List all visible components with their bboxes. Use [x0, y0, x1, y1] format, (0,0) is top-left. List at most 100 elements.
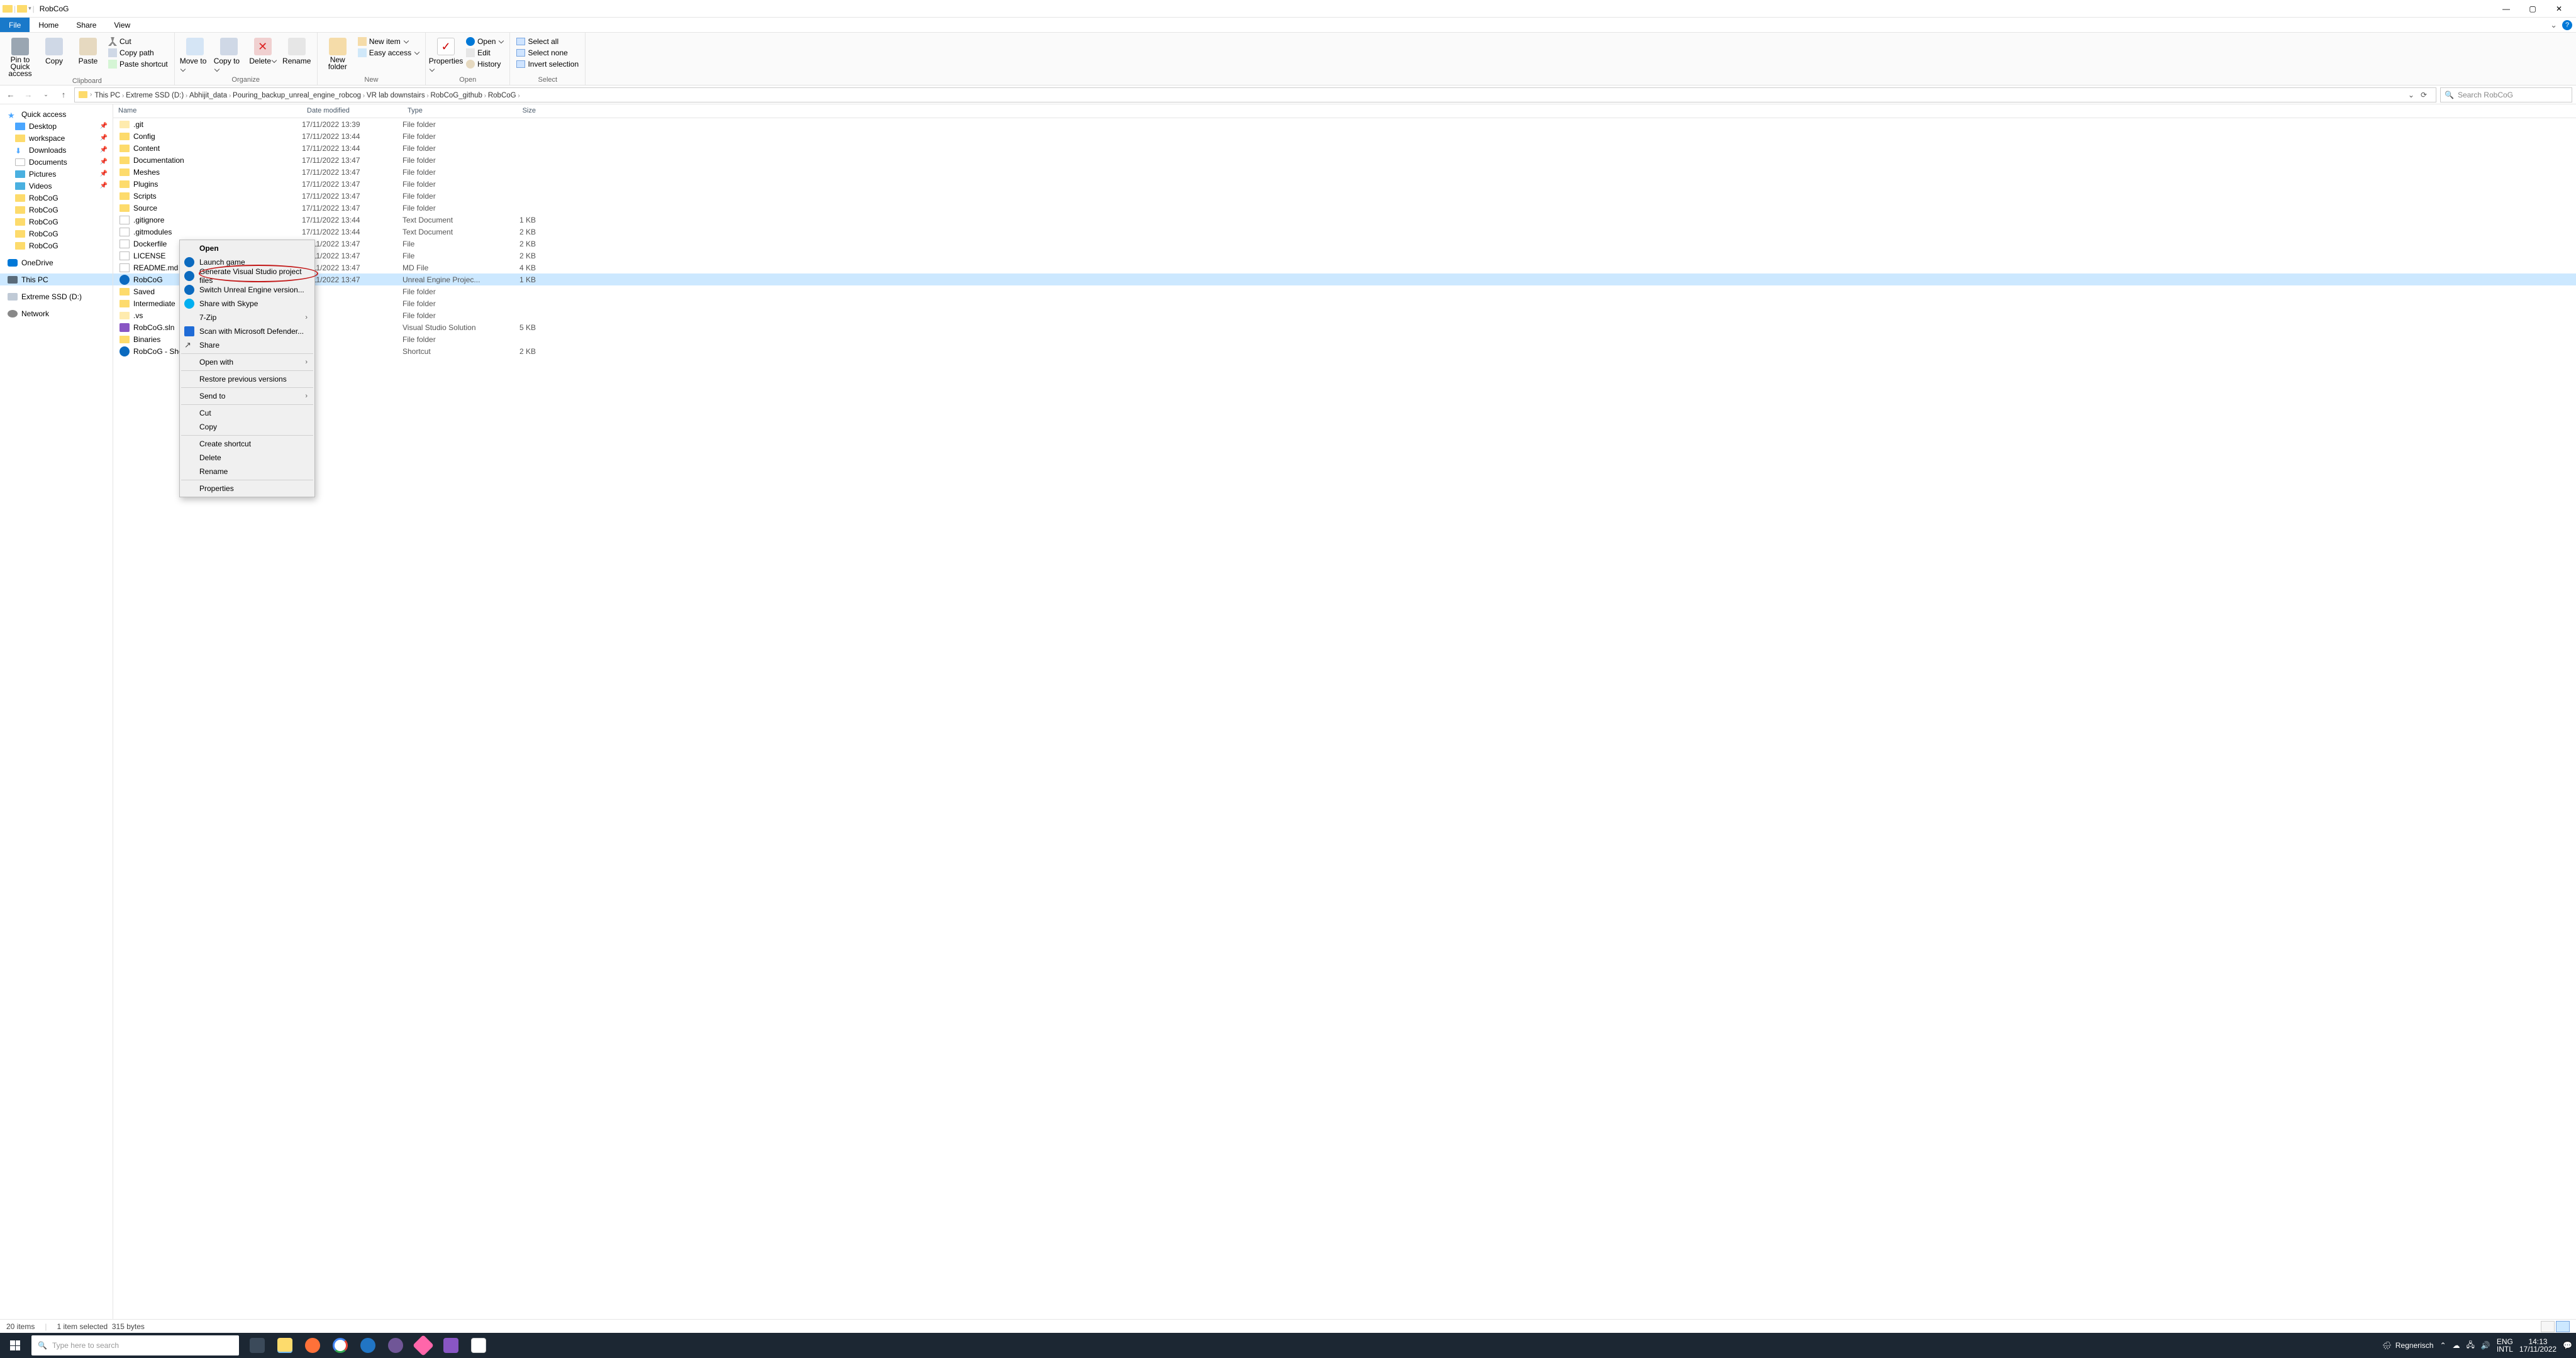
chrome-taskbar[interactable] [327, 1333, 353, 1358]
back-button[interactable]: ← [4, 88, 18, 102]
view-details-button[interactable] [2541, 1321, 2555, 1332]
nav-item[interactable]: Desktop📌 [0, 120, 113, 132]
cut-button[interactable]: Cut [107, 36, 169, 47]
up-button[interactable]: ↑ [57, 88, 70, 102]
tab-file[interactable]: File [0, 18, 30, 32]
app-taskbar[interactable] [355, 1333, 381, 1358]
ctx-open[interactable]: Open [180, 241, 314, 255]
file-row[interactable]: SavedFile folder [113, 285, 2576, 297]
ctx-switch-version[interactable]: Switch Unreal Engine version... [180, 283, 314, 297]
file-explorer-taskbar[interactable] [272, 1333, 298, 1358]
nav-item[interactable]: RobCoG [0, 228, 113, 240]
breadcrumb-item[interactable]: VR lab downstairs [367, 92, 425, 99]
qat-dropdown-icon[interactable]: ▾ [28, 5, 31, 12]
chevron-right-icon[interactable]: › [227, 92, 233, 99]
invert-selection-button[interactable]: Invert selection [515, 59, 580, 69]
app-taskbar-2[interactable] [382, 1333, 409, 1358]
this-pc-item[interactable]: This PC [0, 273, 113, 285]
ctx-delete[interactable]: Delete [180, 451, 314, 465]
firefox-taskbar[interactable] [299, 1333, 326, 1358]
forward-button[interactable]: → [21, 88, 35, 102]
file-row[interactable]: LICENSE17/11/2022 13:47File2 KB [113, 250, 2576, 262]
ctx-generate-vs-files[interactable]: Generate Visual Studio project files [180, 269, 314, 283]
easy-access-button[interactable]: Easy access [357, 48, 420, 58]
nav-item[interactable]: RobCoG [0, 240, 113, 251]
move-to-button[interactable]: Move to [180, 36, 210, 74]
copy-path-button[interactable]: Copy path [107, 48, 169, 58]
nav-item[interactable]: Documents📌 [0, 156, 113, 168]
quick-access-header[interactable]: Quick access [0, 108, 113, 120]
ctx-rename[interactable]: Rename [180, 465, 314, 478]
cloud-icon[interactable]: ☁ [2453, 1341, 2460, 1350]
nav-item[interactable]: RobCoG [0, 192, 113, 204]
navigation-pane[interactable]: Quick access Desktop📌workspace📌Downloads… [0, 104, 113, 1319]
close-button[interactable]: ✕ [2550, 4, 2568, 13]
language-indicator[interactable]: ENGINTL [2497, 1338, 2513, 1353]
breadcrumb-bar[interactable]: › This PC › Extreme SSD (D:) › Abhijit_d… [74, 87, 2436, 102]
col-name[interactable]: Name [113, 104, 302, 118]
visual-studio-taskbar[interactable] [438, 1333, 464, 1358]
drive-item[interactable]: Extreme SSD (D:) [0, 290, 113, 302]
file-row[interactable]: Source17/11/2022 13:47File folder [113, 202, 2576, 214]
tray-chevron-up-icon[interactable]: ⌃ [2440, 1341, 2446, 1350]
properties-button[interactable]: Properties [431, 36, 461, 74]
ctx-send-to[interactable]: Send to› [180, 389, 314, 403]
maximize-button[interactable]: ▢ [2523, 4, 2542, 13]
file-row[interactable]: Plugins17/11/2022 13:47File folder [113, 178, 2576, 190]
network-icon[interactable]: 🖧 [2467, 1339, 2475, 1352]
ctx-copy[interactable]: Copy [180, 420, 314, 434]
task-view-button[interactable] [244, 1333, 270, 1358]
ctx-share[interactable]: Share [180, 338, 314, 352]
history-button[interactable]: History [465, 59, 504, 69]
copy-button[interactable]: Copy [39, 36, 69, 65]
nav-item[interactable]: RobCoG [0, 216, 113, 228]
ctx-restore[interactable]: Restore previous versions [180, 372, 314, 386]
app-taskbar-3[interactable] [410, 1333, 436, 1358]
file-row[interactable]: Scripts17/11/2022 13:47File folder [113, 190, 2576, 202]
file-row[interactable]: BinariesFile folder [113, 333, 2576, 345]
onedrive-item[interactable]: OneDrive [0, 257, 113, 268]
search-box[interactable]: 🔍 Search RobCoG [2440, 87, 2572, 102]
col-size[interactable]: Size [491, 104, 541, 118]
open-button[interactable]: Open [465, 36, 504, 47]
volume-icon[interactable]: 🔊 [2481, 1341, 2490, 1350]
breadcrumb-item[interactable]: RobCoG_github [430, 92, 482, 99]
file-row[interactable]: .git17/11/2022 13:39File folder [113, 118, 2576, 130]
new-folder-button[interactable]: New folder [323, 36, 353, 70]
start-button[interactable] [0, 1333, 30, 1358]
chevron-right-icon[interactable]: › [90, 91, 92, 98]
col-type[interactable]: Type [402, 104, 491, 118]
copy-to-button[interactable]: Copy to [214, 36, 244, 74]
breadcrumb-item[interactable]: RobCoG [488, 92, 516, 99]
new-item-button[interactable]: New item [357, 36, 420, 47]
file-row[interactable]: RobCoG - ShortcutShortcut2 KB [113, 345, 2576, 357]
network-item[interactable]: Network [0, 307, 113, 319]
file-row[interactable]: Documentation17/11/2022 13:47File folder [113, 154, 2576, 166]
chevron-right-icon[interactable]: › [120, 92, 126, 99]
weather-widget[interactable]: 🌧Regnerisch [2382, 1341, 2434, 1350]
ctx-cut[interactable]: Cut [180, 406, 314, 420]
select-all-button[interactable]: Select all [515, 36, 580, 47]
nav-item[interactable]: Downloads📌 [0, 144, 113, 156]
clock[interactable]: 14:1317/11/2022 [2519, 1338, 2557, 1353]
paste-shortcut-button[interactable]: Paste shortcut [107, 59, 169, 69]
pin-quick-access-button[interactable]: Pin to Quick access [5, 36, 35, 77]
ctx-properties[interactable]: Properties [180, 482, 314, 495]
file-row[interactable]: RobCoG17/11/2022 13:47Unreal Engine Proj… [113, 273, 2576, 285]
taskbar-search[interactable]: 🔍Type here to search [31, 1335, 239, 1355]
tab-view[interactable]: View [105, 18, 139, 32]
breadcrumb-item[interactable]: Pouring_backup_unreal_engine_robcog [233, 92, 361, 99]
file-row[interactable]: Dockerfile17/11/2022 13:47File2 KB [113, 238, 2576, 250]
chevron-right-icon[interactable]: › [482, 92, 488, 99]
file-row[interactable]: IntermediateFile folder [113, 297, 2576, 309]
breadcrumb-item[interactable]: Abhijit_data [189, 92, 227, 99]
tab-home[interactable]: Home [30, 18, 67, 32]
notifications-icon[interactable]: 💬 [2563, 1341, 2572, 1350]
file-row[interactable]: Meshes17/11/2022 13:47File folder [113, 166, 2576, 178]
chevron-right-icon[interactable]: › [516, 92, 520, 99]
file-row[interactable]: .vsFile folder [113, 309, 2576, 321]
refresh-button[interactable]: ⟳ [2421, 91, 2427, 99]
ribbon-collapse-icon[interactable]: ⌄ [2550, 20, 2557, 30]
nav-item[interactable]: workspace📌 [0, 132, 113, 144]
tab-share[interactable]: Share [67, 18, 105, 32]
